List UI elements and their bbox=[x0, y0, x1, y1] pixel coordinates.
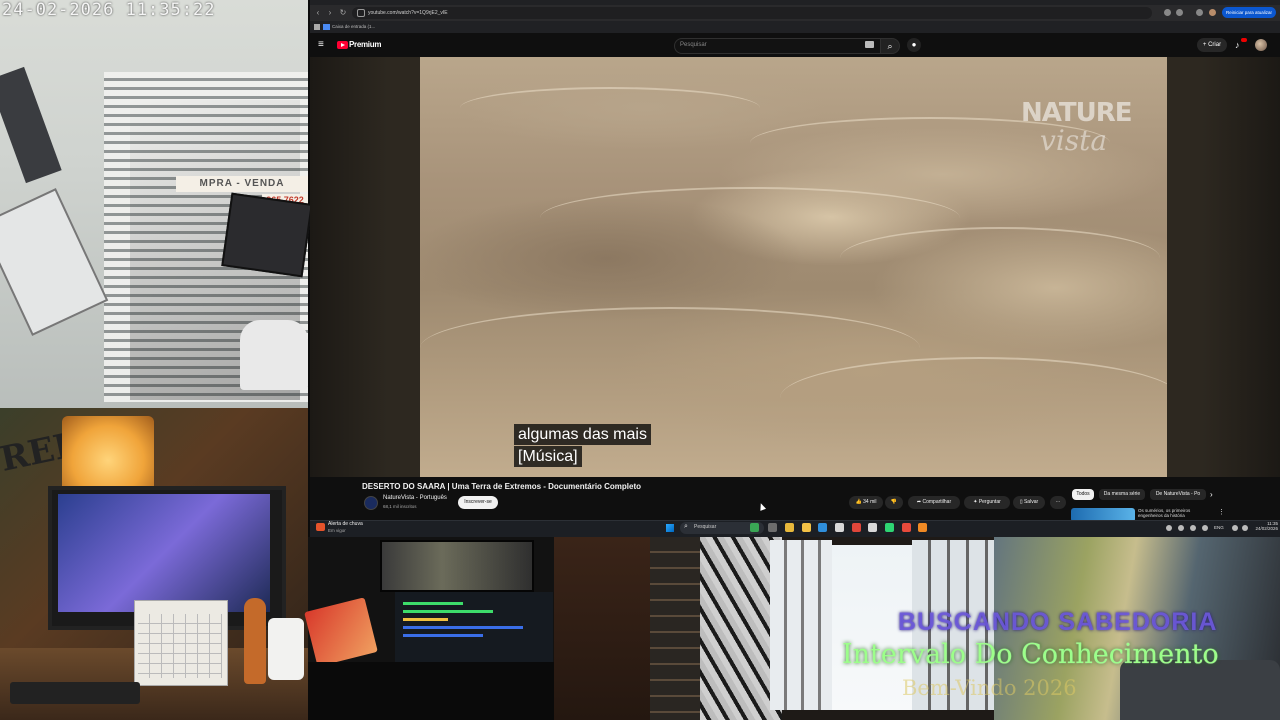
lamp bbox=[62, 416, 154, 490]
like-button[interactable]: 👍 34 mil bbox=[849, 496, 883, 509]
channel-avatar[interactable] bbox=[364, 496, 378, 510]
subscriber-count: 68,1 mil inscritos bbox=[383, 504, 417, 509]
chevron-right-icon[interactable]: › bbox=[1210, 489, 1218, 500]
search-placeholder: Pesquisar bbox=[680, 42, 707, 48]
tray-app-icon[interactable] bbox=[1190, 525, 1196, 531]
figurine bbox=[244, 598, 266, 684]
clock[interactable]: 11:35 24/02/2026 bbox=[1254, 521, 1278, 531]
tray-app-icon[interactable] bbox=[1178, 525, 1184, 531]
door bbox=[554, 537, 650, 720]
play-icon bbox=[341, 43, 345, 47]
volume-icon[interactable] bbox=[1242, 525, 1248, 531]
tray-app-icon[interactable] bbox=[1202, 525, 1208, 531]
windows-start-icon[interactable] bbox=[666, 524, 674, 532]
extension-icon[interactable] bbox=[1164, 9, 1171, 16]
edge-icon[interactable] bbox=[818, 523, 827, 532]
create-button[interactable]: + Criar bbox=[1197, 38, 1227, 52]
forward-icon[interactable]: › bbox=[325, 7, 335, 18]
video-title: DESERTO DO SAARA | Uma Terra de Extremos… bbox=[362, 482, 642, 491]
chip-all[interactable]: Todos bbox=[1072, 489, 1094, 500]
share-label: Compartilhar bbox=[922, 499, 952, 505]
extensions-icon[interactable] bbox=[1196, 9, 1203, 16]
channel-name[interactable]: NatureVista - Português bbox=[383, 495, 447, 501]
opera-icon[interactable] bbox=[852, 523, 861, 532]
hanging-laptop bbox=[221, 192, 313, 278]
share-button[interactable]: ➦ Compartilhar bbox=[908, 496, 960, 509]
chip-channel[interactable]: De NatureVista - Po bbox=[1150, 489, 1206, 500]
bookmark-star-icon[interactable] bbox=[1176, 9, 1183, 16]
subscribe-button[interactable]: Inscrever-se bbox=[458, 496, 498, 509]
input-language[interactable]: ENG bbox=[1214, 525, 1224, 530]
save-label: Salvar bbox=[1023, 499, 1039, 505]
overlay-welcome: Bem-Vindo 2026 bbox=[902, 676, 1077, 700]
taskbar-search-label: Pesquisar bbox=[694, 524, 717, 530]
profile-icon[interactable] bbox=[1209, 9, 1216, 16]
keyboard-icon[interactable] bbox=[865, 41, 874, 48]
microphone-icon[interactable]: ● bbox=[907, 38, 921, 52]
vlc-icon[interactable] bbox=[918, 523, 927, 532]
notification-badge bbox=[1241, 38, 1247, 42]
camera-timestamp: 24-02-2026 11:35:22 bbox=[2, 0, 216, 20]
youtube-premium-label[interactable]: Premium bbox=[349, 39, 381, 51]
reload-icon[interactable]: ↻ bbox=[338, 7, 348, 18]
folder-icon[interactable] bbox=[802, 523, 811, 532]
caption-line: [Música] bbox=[514, 446, 582, 467]
url-text[interactable]: youtube.com/watch?v=1Q9rjE2_vIE bbox=[368, 8, 448, 18]
room-monitor-screen bbox=[58, 494, 270, 612]
meet-icon[interactable] bbox=[750, 523, 759, 532]
ask-button[interactable]: ✦ Perguntar bbox=[964, 496, 1010, 509]
chip-same-series[interactable]: Da mesma série bbox=[1099, 489, 1145, 500]
parked-car bbox=[240, 320, 308, 390]
dislike-button[interactable]: 👎 bbox=[885, 496, 903, 509]
chrome-icon[interactable] bbox=[785, 523, 794, 532]
task-view-icon[interactable] bbox=[768, 523, 777, 532]
thumbs-up-icon: 👍 bbox=[855, 499, 864, 505]
ask-label: Perguntar bbox=[978, 499, 1001, 505]
tray-chevron-icon[interactable] bbox=[1166, 525, 1172, 531]
overlay-subtitle: Intervalo Do Conhecimento bbox=[842, 639, 1219, 670]
menu-icon[interactable]: ≡ bbox=[318, 40, 328, 50]
bookmarks-bar bbox=[310, 21, 1280, 33]
site-info-icon[interactable] bbox=[357, 9, 365, 17]
wifi-icon[interactable] bbox=[1232, 525, 1238, 531]
url-field[interactable] bbox=[352, 7, 1152, 19]
recommendation-title[interactable]: Os sumérios, os primeiros engenheiros da… bbox=[1138, 508, 1210, 518]
taskbar bbox=[310, 520, 1280, 538]
thumbs-down-icon: 👎 bbox=[890, 499, 898, 505]
app-icon[interactable] bbox=[868, 523, 877, 532]
store-icon[interactable] bbox=[835, 523, 844, 532]
video-captions: algumas das mais [Música] bbox=[514, 424, 651, 468]
room-webcam-feed: REP bbox=[0, 408, 308, 720]
search-icon[interactable]: ⌕ bbox=[880, 38, 900, 54]
back-icon[interactable]: ‹ bbox=[313, 7, 323, 18]
more-actions-button[interactable]: ··· bbox=[1050, 496, 1066, 509]
window bbox=[770, 540, 832, 710]
weather-subtitle: Em vigor bbox=[328, 528, 346, 533]
bookmark-inbox[interactable]: Caixa de entrada (1... bbox=[332, 24, 375, 29]
overlay-title: BUSCANDO SABEDORIA bbox=[898, 608, 1218, 636]
save-button[interactable]: ▯ Salvar bbox=[1013, 496, 1045, 509]
like-count: 34 mil bbox=[863, 499, 877, 505]
keyboard bbox=[10, 682, 140, 704]
avatar[interactable] bbox=[1255, 39, 1267, 51]
mail-icon bbox=[323, 24, 330, 30]
apps-icon[interactable] bbox=[314, 24, 320, 30]
studio-monitor-audio bbox=[395, 592, 553, 662]
caption-line: algumas das mais bbox=[514, 424, 651, 445]
weather-title[interactable]: Alerta de chuva bbox=[328, 521, 363, 527]
clock-date: 24/02/2026 bbox=[1255, 526, 1278, 531]
update-button[interactable]: Reiniciar para atualizar bbox=[1222, 7, 1276, 18]
studio-desk bbox=[308, 662, 554, 720]
app-icon[interactable] bbox=[885, 523, 894, 532]
channel-watermark-script: vista bbox=[1040, 124, 1108, 157]
store-sign: MPRA - VENDA bbox=[176, 176, 308, 192]
recommendation-menu-icon[interactable]: ⋮ bbox=[1218, 508, 1225, 516]
studio-monitor bbox=[380, 540, 534, 592]
app-icon[interactable] bbox=[902, 523, 911, 532]
search-icon: ⌕ bbox=[684, 523, 688, 530]
shelf bbox=[650, 537, 700, 720]
bottle bbox=[268, 618, 304, 680]
weather-alert-icon[interactable] bbox=[316, 523, 325, 531]
